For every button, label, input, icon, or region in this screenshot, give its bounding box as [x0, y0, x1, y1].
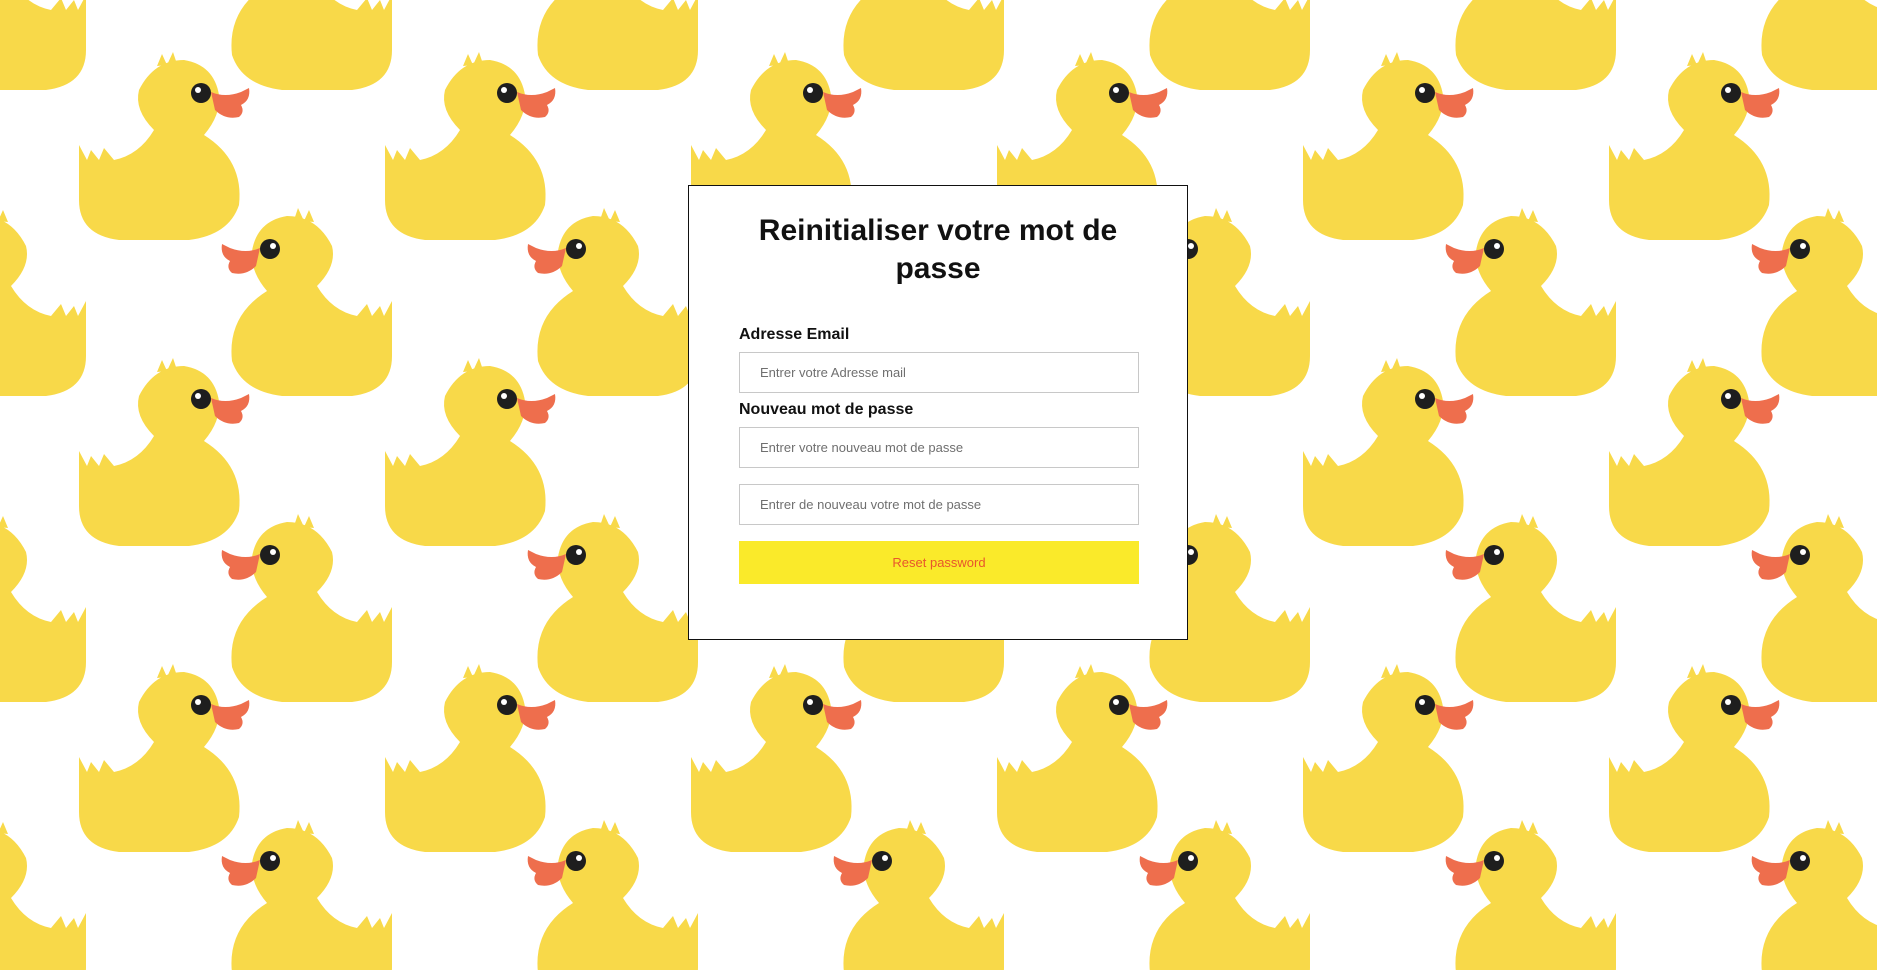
email-field[interactable] [739, 352, 1139, 393]
email-label: Adresse Email [739, 326, 850, 343]
new-password-field[interactable] [739, 427, 1139, 468]
reset-password-card: Reinitialiser votre mot de passe Adresse… [688, 185, 1188, 640]
confirm-password-field[interactable] [739, 484, 1139, 525]
reset-password-button[interactable]: Reset password [739, 541, 1139, 584]
new-password-label: Nouveau mot de passe [739, 401, 914, 418]
page-title: Reinitialiser votre mot de passe [758, 214, 1118, 285]
